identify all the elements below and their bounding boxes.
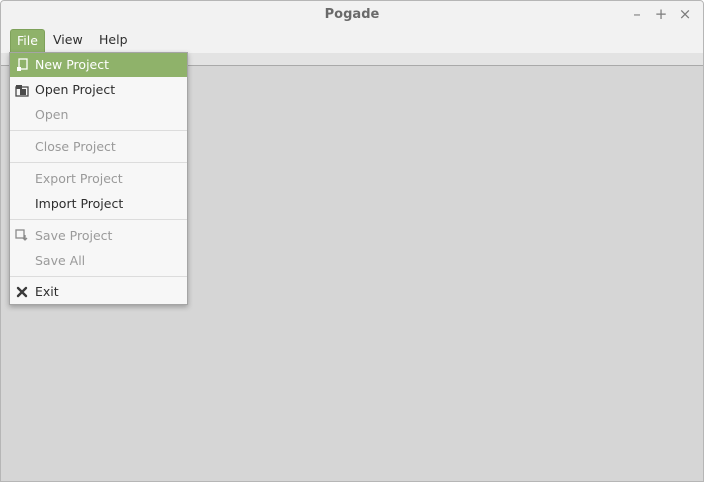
menu-file[interactable]: File	[10, 29, 45, 52]
menu-separator	[10, 276, 187, 277]
close-button[interactable]: ×	[676, 5, 694, 23]
menu-item-new-project[interactable]: New Project	[10, 53, 187, 77]
new-project-icon	[17, 58, 28, 71]
menu-item-label: Exit	[35, 284, 59, 299]
menu-help[interactable]: Help	[93, 29, 134, 52]
menu-item-exit[interactable]: Exit	[10, 280, 187, 304]
menu-item-close-project[interactable]: Close Project	[10, 135, 187, 159]
minimize-button[interactable]: –	[628, 5, 646, 23]
menu-item-save-project[interactable]: Save Project	[10, 224, 187, 248]
file-menu-dropdown: New Project Open Project Open Close Proj…	[9, 52, 188, 305]
exit-icon	[16, 286, 28, 298]
maximize-button[interactable]: +	[652, 5, 670, 23]
menu-item-open[interactable]: Open	[10, 103, 187, 127]
menu-item-label: Close Project	[35, 139, 116, 154]
menu-item-label: Open Project	[35, 82, 116, 97]
window-title: Pogade	[324, 7, 380, 22]
menu-separator	[10, 130, 187, 131]
menu-item-open-project[interactable]: Open Project	[10, 78, 187, 102]
menu-separator	[10, 162, 187, 163]
menu-bar: File View Help	[1, 29, 703, 53]
menu-item-export-project[interactable]: Export Project	[10, 167, 187, 191]
menu-view[interactable]: View	[47, 29, 89, 52]
menu-separator	[10, 219, 187, 220]
open-project-icon	[15, 85, 29, 97]
menu-item-save-all[interactable]: Save All	[10, 249, 187, 273]
menu-item-label: Export Project	[35, 171, 123, 186]
title-bar[interactable]: Pogade – + ×	[1, 1, 703, 29]
menu-item-label: Save Project	[35, 228, 113, 243]
menu-item-label: New Project	[35, 57, 110, 72]
save-project-icon	[15, 229, 28, 241]
app-window: Pogade – + × File View Help New Project …	[0, 0, 704, 482]
menu-item-import-project[interactable]: Import Project	[10, 192, 187, 216]
menu-item-label: Import Project	[35, 196, 124, 211]
menu-item-label: Save All	[35, 253, 86, 268]
menu-item-label: Open	[35, 107, 69, 122]
